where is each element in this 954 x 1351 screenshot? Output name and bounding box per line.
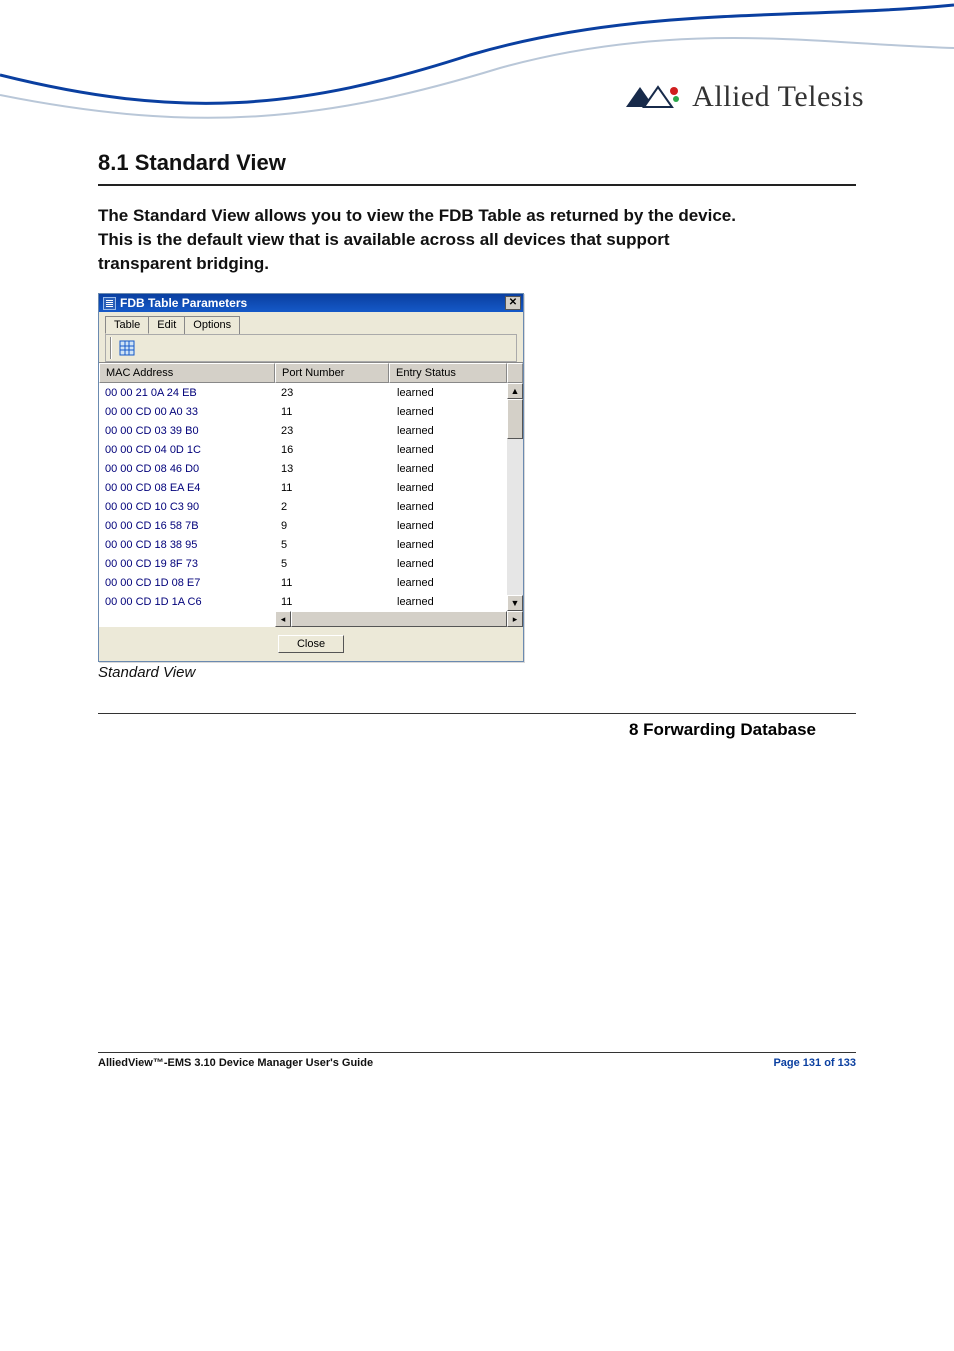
table-row[interactable]: 00 00 21 0A 24 EB23learned — [99, 383, 507, 402]
toolbar-grip-icon — [110, 337, 112, 359]
figure-caption: Standard View — [98, 664, 856, 681]
cell-mac: 00 00 CD 16 58 7B — [99, 518, 275, 534]
cell-port: 5 — [275, 537, 391, 553]
cell-mac: 00 00 CD 03 39 B0 — [99, 423, 275, 439]
cell-mac: 00 00 CD 08 46 D0 — [99, 461, 275, 477]
cell-port: 23 — [275, 423, 391, 439]
cell-mac: 00 00 CD 08 EA E4 — [99, 480, 275, 496]
cell-port: 11 — [275, 480, 391, 496]
cell-status: learned — [391, 480, 507, 496]
footer-rule — [98, 1052, 856, 1053]
dialog-titlebar[interactable]: FDB Table Parameters ✕ — [99, 294, 523, 312]
table-grid-icon — [118, 339, 136, 357]
table-row[interactable]: 00 00 CD 10 C3 902learned — [99, 497, 507, 516]
cell-port: 9 — [275, 518, 391, 534]
cell-port: 23 — [275, 385, 391, 401]
cell-port: 2 — [275, 499, 391, 515]
footer-doc-title: AlliedView™-EMS 3.10 Device Manager User… — [98, 1057, 373, 1069]
cell-mac: 00 00 CD 18 38 95 — [99, 537, 275, 553]
scroll-up-button[interactable]: ▲ — [507, 383, 523, 399]
cell-status: learned — [391, 556, 507, 572]
close-button[interactable]: Close — [278, 635, 344, 653]
cell-port: 11 — [275, 575, 391, 591]
table-row[interactable]: 00 00 CD 00 A0 3311learned — [99, 402, 507, 421]
brand-mark-icon — [624, 83, 682, 111]
table-row[interactable]: 00 00 CD 19 8F 735learned — [99, 554, 507, 573]
table-row[interactable]: 00 00 CD 08 EA E411learned — [99, 478, 507, 497]
cell-mac: 00 00 CD 04 0D 1C — [99, 442, 275, 458]
cell-status: learned — [391, 537, 507, 553]
horizontal-scrollbar[interactable]: ◂ ▸ — [275, 611, 523, 627]
heading-rule — [98, 184, 856, 186]
cell-port: 16 — [275, 442, 391, 458]
cell-status: learned — [391, 461, 507, 477]
cell-status: learned — [391, 499, 507, 515]
scroll-down-button[interactable]: ▼ — [507, 595, 523, 611]
table-row[interactable]: 00 00 CD 1D 1A C611learned — [99, 592, 507, 611]
cell-mac: 00 00 CD 00 A0 33 — [99, 404, 275, 420]
cell-status: learned — [391, 442, 507, 458]
cell-status: learned — [391, 423, 507, 439]
table-row[interactable]: 00 00 CD 18 38 955learned — [99, 535, 507, 554]
page-header: Allied Telesis — [0, 0, 954, 130]
cell-port: 11 — [275, 404, 391, 420]
brand-name: Allied Telesis — [692, 80, 864, 114]
brand-logo: Allied Telesis — [624, 80, 864, 114]
window-icon — [103, 297, 116, 310]
footer-page-number: Page 131 of 133 — [773, 1057, 856, 1069]
fdb-dialog: FDB Table Parameters ✕ Table Edit Option… — [98, 293, 524, 662]
chapter-reference: 8 Forwarding Database — [98, 720, 856, 740]
cell-port: 13 — [275, 461, 391, 477]
table-row[interactable]: 00 00 CD 1D 08 E711learned — [99, 573, 507, 592]
scroll-right-button[interactable]: ▸ — [507, 611, 523, 627]
cell-status: learned — [391, 575, 507, 591]
cell-port: 5 — [275, 556, 391, 572]
hscroll-thumb[interactable] — [291, 611, 507, 627]
table-header-row: MAC Address Port Number Entry Status — [99, 363, 523, 383]
table-row[interactable]: 00 00 CD 03 39 B023learned — [99, 421, 507, 440]
intro-paragraph: The Standard View allows you to view the… — [98, 204, 738, 275]
refresh-table-button[interactable] — [116, 337, 138, 359]
cell-mac: 00 00 CD 10 C3 90 — [99, 499, 275, 515]
cell-status: learned — [391, 404, 507, 420]
dialog-title-text: FDB Table Parameters — [120, 296, 247, 310]
mid-page-rule — [98, 713, 856, 714]
col-header-port[interactable]: Port Number — [275, 363, 389, 383]
col-header-status[interactable]: Entry Status — [389, 363, 507, 383]
cell-status: learned — [391, 594, 507, 610]
dialog-toolbar — [105, 334, 517, 362]
cell-port: 11 — [275, 594, 391, 610]
cell-mac: 00 00 21 0A 24 EB — [99, 385, 275, 401]
tab-table[interactable]: Table — [105, 316, 149, 334]
cell-mac: 00 00 CD 1D 1A C6 — [99, 594, 275, 610]
page-footer: AlliedView™-EMS 3.10 Device Manager User… — [98, 1044, 856, 1069]
tab-edit[interactable]: Edit — [148, 316, 185, 334]
cell-mac: 00 00 CD 19 8F 73 — [99, 556, 275, 572]
window-close-button[interactable]: ✕ — [505, 296, 521, 310]
table-row[interactable]: 00 00 CD 16 58 7B9learned — [99, 516, 507, 535]
table-row[interactable]: 00 00 CD 08 46 D013learned — [99, 459, 507, 478]
cell-status: learned — [391, 385, 507, 401]
fdb-table: MAC Address Port Number Entry Status 00 … — [99, 362, 523, 627]
scroll-left-button[interactable]: ◂ — [275, 611, 291, 627]
scroll-thumb[interactable] — [507, 399, 523, 439]
dialog-tabs: Table Edit Options — [105, 316, 517, 334]
section-heading: 8.1 Standard View — [98, 150, 856, 176]
tab-options[interactable]: Options — [184, 316, 240, 334]
cell-status: learned — [391, 518, 507, 534]
cell-mac: 00 00 CD 1D 08 E7 — [99, 575, 275, 591]
table-row[interactable]: 00 00 CD 04 0D 1C16learned — [99, 440, 507, 459]
vertical-scrollbar[interactable]: ▲ ▼ — [507, 383, 523, 611]
col-header-mac[interactable]: MAC Address — [99, 363, 275, 383]
